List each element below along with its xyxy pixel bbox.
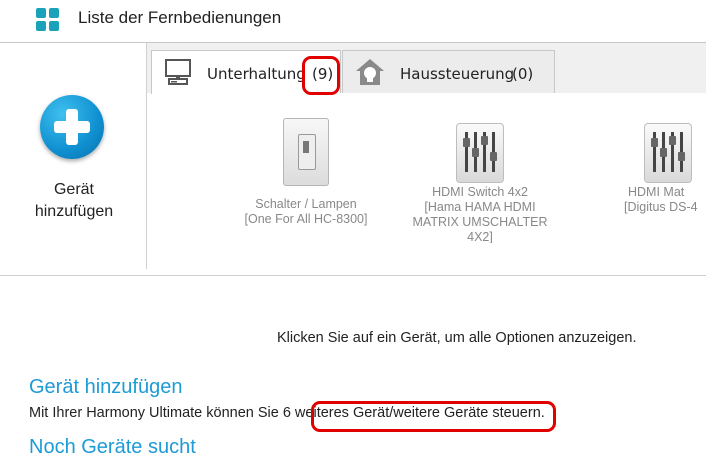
- device-name: HDMI Mat: [628, 185, 685, 199]
- tab-haussteuerung-label: Haussteuerung: [400, 65, 515, 83]
- tab-haussteuerung-count: (0): [512, 65, 534, 83]
- device-name: HDMI Switch 4x2: [432, 185, 528, 199]
- device-item[interactable]: HDMI Switch 4x2 [Hama HAMA HDMI MATRIX U…: [380, 123, 580, 243]
- plus-circle-icon[interactable]: [40, 95, 104, 159]
- tab-unterhaltung-label: Unterhaltung: [207, 65, 306, 83]
- device-name: Schalter / Lampen: [255, 197, 357, 211]
- app-header: Liste der Fernbedienungen: [0, 0, 706, 43]
- hint-text: Klicken Sie auf ein Gerät, um alle Optio…: [277, 330, 637, 346]
- add-device-panel: Gerät hinzufügen: [0, 43, 147, 269]
- grid-icon: [36, 8, 60, 32]
- page-title: Liste der Fernbedienungen: [78, 8, 282, 27]
- device-item[interactable]: Schalter / Lampen [One For All HC-8300]: [206, 118, 406, 227]
- add-device-label-line1: Gerät: [53, 181, 94, 198]
- lightbulb-icon: [356, 59, 384, 85]
- monitor-icon: [165, 59, 191, 85]
- add-device-link[interactable]: Gerät hinzufügen: [29, 376, 182, 399]
- switch-icon: [283, 118, 329, 186]
- remaining-text-before: Mit Ihrer Harmony Ultimate können Sie: [29, 405, 283, 421]
- highlight-box-tab-count: [302, 56, 340, 95]
- category-tabs: Unterhaltung (9) Haussteuerung (0): [147, 43, 706, 94]
- next-section-title: Noch Geräte sucht: [29, 436, 196, 458]
- device-list: Schalter / Lampen [One For All HC-8300] …: [152, 93, 706, 243]
- add-device-button[interactable]: Gerät hinzufügen: [0, 179, 148, 223]
- equalizer-icon: [456, 123, 504, 183]
- device-model: [Hama HAMA HDMI MATRIX UMSCHALTER 4X2]: [412, 200, 548, 243]
- add-device-label-line2: hinzufügen: [34, 203, 114, 220]
- tab-haussteuerung[interactable]: Haussteuerung (0): [342, 50, 555, 93]
- highlight-box-remaining: [311, 401, 556, 432]
- equalizer-icon: [644, 123, 692, 183]
- device-model: [Digitus DS-4: [624, 200, 698, 214]
- divider: [0, 275, 706, 276]
- device-model: [One For All HC-8300]: [244, 212, 368, 226]
- device-item[interactable]: HDMI Mat [Digitus DS-4: [620, 123, 706, 215]
